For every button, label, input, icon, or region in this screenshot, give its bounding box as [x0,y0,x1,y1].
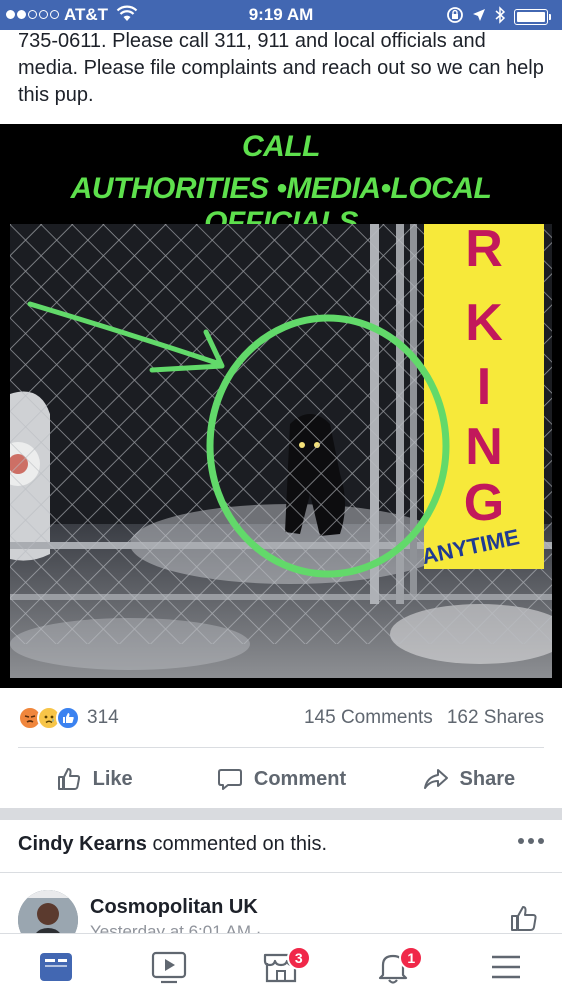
thumbs-up-icon [57,768,80,790]
location-icon [472,8,486,25]
bottom-tab-bar: 3 1 [0,933,562,1000]
more-options-icon[interactable] [518,838,544,844]
svg-text:K: K [465,294,503,352]
post-image[interactable]: CALL AUTHORITIES •MEDIA•LOCAL OFFICIALS [0,124,562,688]
bluetooth-icon [494,6,506,27]
share-arrow-icon [423,769,448,789]
dog-behind-fence-photo: R K I N G ANYTIME [10,224,552,678]
marketplace-badge: 3 [286,946,311,970]
svg-text:N: N [465,418,503,476]
rotation-lock-icon [446,6,464,27]
battery-icon [514,8,551,25]
share-label: Share [459,767,516,790]
svg-text:R: R [465,224,503,278]
reaction-count: 314 [87,707,119,728]
comment-label: Comment [253,767,347,790]
svg-text:I: I [477,358,491,416]
activity-text: commented on this. [152,833,328,855]
reactions-summary[interactable]: 314 145 Comments 162 Shares [18,702,544,734]
tab-news-feed[interactable] [0,934,112,1000]
tab-watch[interactable] [112,934,224,1000]
comment-icon [217,769,242,790]
video-play-icon [151,951,186,984]
post-action-bar: Like Comment Share [0,756,562,802]
comments-count-link[interactable]: 145 Comments [304,707,433,729]
svg-text:G: G [464,474,504,532]
hamburger-menu-icon [491,955,520,979]
activity-line: Cindy Kearns commented on this. [18,833,327,856]
notifications-badge: 1 [399,946,424,970]
thumbs-up-icon[interactable] [508,902,540,934]
like-label: Like [92,767,133,790]
news-feed-icon [40,953,73,981]
status-bar: AT&T 9:19 AM [0,0,562,30]
page-name-link[interactable]: Cosmopolitan UK [90,896,258,919]
share-button[interactable]: Share [375,756,562,802]
tab-menu[interactable] [450,934,562,1000]
divider [18,747,544,748]
tab-notifications[interactable]: 1 [337,934,449,1000]
feed-separator [0,808,562,820]
shares-count-link[interactable]: 162 Shares [447,707,544,729]
like-icon [56,706,80,730]
like-button[interactable]: Like [0,756,187,802]
post-text: 735-0611. Please call 311, 911 and local… [18,30,544,106]
comment-button[interactable]: Comment [187,756,374,802]
activity-user-name[interactable]: Cindy Kearns [18,833,147,855]
divider [0,872,562,873]
image-title-call: CALL [242,130,320,163]
tab-marketplace[interactable]: 3 [225,934,337,1000]
